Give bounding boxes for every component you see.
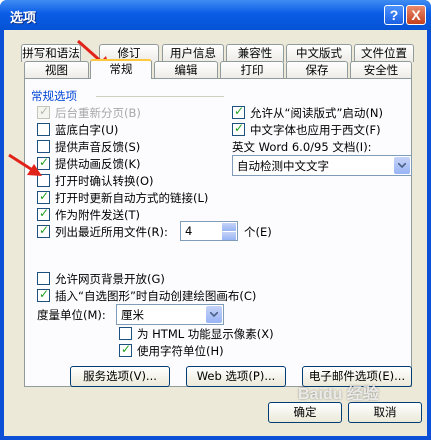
measure-unit-label: 度量单位(M): bbox=[37, 308, 106, 322]
web-options-button[interactable]: Web 选项(P)... bbox=[186, 366, 286, 387]
reading-layout-checkbox[interactable]: ✓ bbox=[232, 104, 245, 119]
reading-layout-label: 允许从“阅读版式”启动(N) bbox=[250, 106, 383, 120]
chevron-down-icon[interactable] bbox=[206, 306, 222, 323]
update-links-checkbox[interactable]: ✓ bbox=[37, 189, 50, 204]
tab-spelling-grammar[interactable]: 拼写和语法 bbox=[21, 44, 81, 62]
html-pixels-checkbox[interactable] bbox=[119, 327, 132, 340]
tab-general[interactable]: 常规 bbox=[90, 59, 152, 79]
web-background-checkbox[interactable] bbox=[37, 272, 50, 285]
animation-feedback-label: 提供动画反馈(K) bbox=[55, 157, 141, 171]
measure-unit-select[interactable]: 厘米 bbox=[116, 304, 224, 325]
english-doc-value: 自动检测中文文字 bbox=[237, 159, 329, 173]
service-options-button[interactable]: 服务选项(V)... bbox=[70, 366, 170, 387]
tab-edit[interactable]: 编辑 bbox=[154, 61, 218, 79]
english-doc-select[interactable]: 自动检测中文文字 bbox=[232, 155, 412, 176]
annotation-arrow-icon bbox=[8, 153, 42, 176]
section-general-options: 常规选项 bbox=[31, 89, 77, 103]
ok-button[interactable]: 确定 bbox=[268, 402, 342, 423]
tab-save[interactable]: 保存 bbox=[286, 61, 348, 79]
blue-background-checkbox[interactable] bbox=[37, 123, 50, 136]
drawing-canvas-checkbox[interactable]: ✓ bbox=[37, 287, 50, 302]
window-title: 选项 bbox=[10, 10, 37, 25]
tab-file-locations[interactable]: 文件位置 bbox=[354, 44, 414, 62]
cancel-button[interactable]: 取消 bbox=[348, 402, 422, 423]
send-as-attachment-label: 作为附件发送(T) bbox=[55, 208, 140, 222]
chinese-font-western-checkbox[interactable]: ✓ bbox=[232, 121, 245, 136]
character-units-label: 使用字符单位(H) bbox=[137, 344, 224, 358]
close-button[interactable]: X bbox=[406, 5, 426, 25]
recent-files-unit: 个(E) bbox=[244, 225, 272, 239]
recent-files-label: 列出最近所用文件(R): bbox=[55, 225, 168, 239]
web-background-label: 允许网页背景开放(G) bbox=[55, 272, 165, 286]
tab-user-info[interactable]: 用户信息 bbox=[162, 44, 224, 62]
background-repagination-label: 后台重新分页(B) bbox=[55, 106, 141, 120]
blue-background-label: 蓝底白字(U) bbox=[55, 123, 119, 137]
english-doc-label: 英文 Word 6.0/95 文档(I): bbox=[232, 140, 372, 154]
watermark: Baidu 经验 bbox=[298, 386, 379, 403]
section-divider bbox=[96, 96, 224, 97]
character-units-checkbox[interactable]: ✓ bbox=[119, 342, 132, 357]
chinese-font-western-label: 中文字体也应用于西文(F) bbox=[250, 123, 381, 137]
confirm-conversion-label: 打开时确认转换(O) bbox=[55, 174, 154, 188]
drawing-canvas-label: 插入“自选图形”时自动创建绘图画布(C) bbox=[55, 289, 257, 303]
dialog-client: 拼写和语法 修订 用户信息 兼容性 中文版式 文件位置 视图 常规 编辑 打印 … bbox=[4, 30, 427, 436]
title-bar: 选项 ? X bbox=[0, 0, 431, 30]
send-as-attachment-checkbox[interactable]: ✓ bbox=[37, 206, 50, 221]
spin-down-button[interactable] bbox=[222, 232, 236, 240]
update-links-label: 打开时更新自动方式的链接(L) bbox=[55, 191, 209, 205]
spin-up-button[interactable] bbox=[222, 223, 236, 231]
chevron-down-icon[interactable] bbox=[394, 157, 410, 174]
html-pixels-label: 为 HTML 功能显示像素(X) bbox=[137, 327, 274, 341]
measure-unit-value: 厘米 bbox=[121, 308, 144, 322]
help-button[interactable]: ? bbox=[384, 5, 404, 25]
background-repagination-checkbox[interactable]: ✓ bbox=[37, 104, 50, 119]
tab-security[interactable]: 安全性 bbox=[350, 61, 412, 79]
tab-compatibility[interactable]: 兼容性 bbox=[226, 44, 284, 62]
sound-feedback-label: 提供声音反馈(S) bbox=[55, 140, 141, 154]
tab-print[interactable]: 打印 bbox=[220, 61, 284, 79]
options-window: 选项 ? X 拼写和语法 修订 用户信息 兼容性 中文版式 文件位置 视图 常规… bbox=[0, 0, 431, 440]
recent-files-count-value: 4 bbox=[185, 224, 193, 238]
recent-files-count-spinner[interactable]: 4 bbox=[180, 221, 238, 241]
recent-files-checkbox[interactable]: ✓ bbox=[37, 223, 50, 238]
tab-asian-typography[interactable]: 中文版式 bbox=[286, 44, 352, 62]
